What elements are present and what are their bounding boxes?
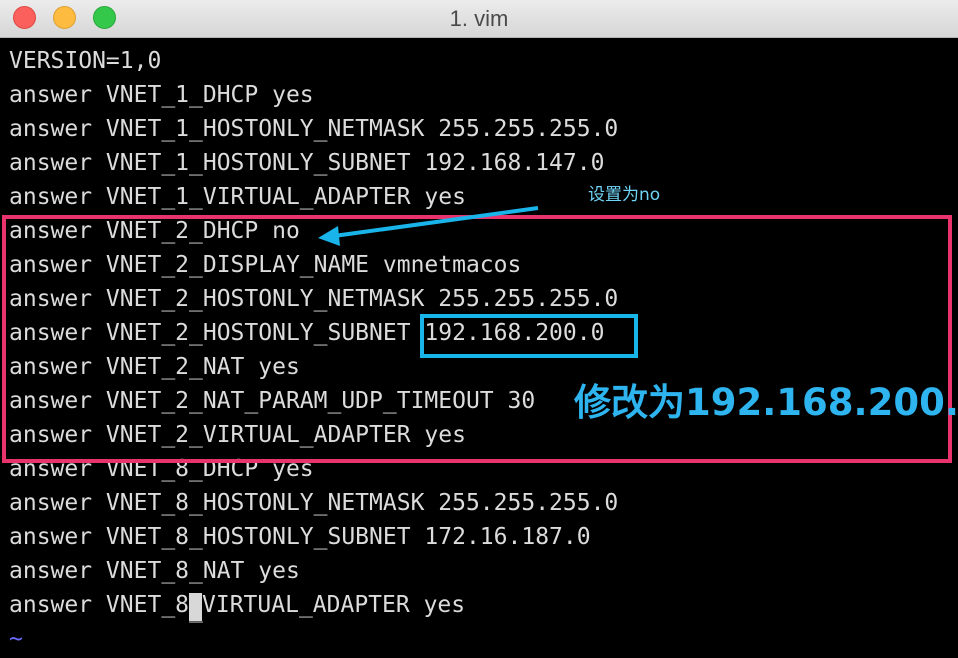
window-titlebar: 1. vim [0,0,958,38]
text-cursor: _ [189,593,203,623]
editor-line-3: answer VNET_1_HOSTONLY_NETMASK 255.255.2… [9,116,619,142]
editor-line-2: answer VNET_1_DHCP yes [9,82,314,108]
cursor-line-before: answer VNET_8 [9,592,190,618]
arrow-note: 设置为no [588,185,661,205]
window-title: 1. vim [449,6,509,31]
subnet-highlight-box [420,314,638,358]
subnet-note: 修改为192.168.200.0 [574,381,958,424]
editor-line-cursor: answer VNET_8_VIRTUAL_ADAPTER yes [9,588,618,623]
cursor-line-after: VIRTUAL_ADAPTER yes [202,592,466,618]
editor-line-1: VERSION=1,0 [9,48,162,74]
editor-line-5: answer VNET_1_VIRTUAL_ADAPTER yes [9,184,466,210]
editor-line-16: answer VNET_8_NAT yes [9,558,300,584]
editor-line-15: answer VNET_8_HOSTONLY_SUBNET 172.16.187… [9,524,591,550]
empty-line-marker: ~ [9,626,23,652]
editor-line-4: answer VNET_1_HOSTONLY_SUBNET 192.168.14… [9,150,605,176]
editor-line-14: answer VNET_8_HOSTONLY_NETMASK 255.255.2… [9,490,619,516]
